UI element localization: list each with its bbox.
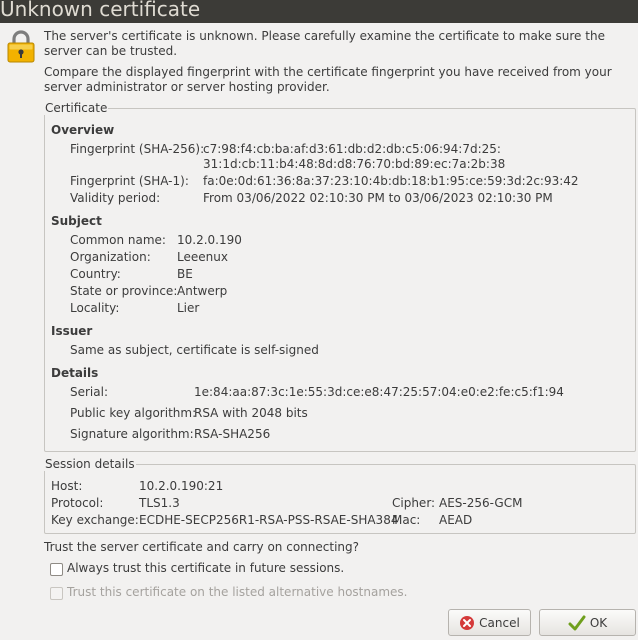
cipher-value: AES-256-GCM [439, 496, 523, 510]
country-value: BE [177, 267, 193, 281]
cancel-label: Cancel [479, 615, 520, 630]
common-name-label: Common name: [70, 233, 166, 247]
key-exchange-value: ECDHE-SECP256R1-RSA-PSS-RSAE-SHA384 [139, 513, 399, 527]
cancel-icon [460, 615, 475, 630]
validity-value: From 03/06/2022 02:10:30 PM to 03/06/202… [203, 191, 553, 205]
protocol-label: Protocol: [51, 496, 104, 510]
details-heading: Details [51, 366, 99, 380]
always-trust-checkbox[interactable] [50, 563, 63, 576]
organization-value: Leeenux [177, 250, 228, 264]
sha256-label: Fingerprint (SHA-256): [70, 142, 205, 156]
serial-label: Serial: [70, 385, 108, 399]
ok-button[interactable]: OK [539, 609, 636, 636]
host-value: 10.2.0.190:21 [139, 479, 224, 493]
validity-label: Validity period: [70, 191, 161, 205]
state-value: Antwerp [177, 284, 228, 298]
window-titlebar: Unknown certificate [0, 0, 638, 23]
organization-label: Organization: [70, 250, 151, 264]
always-trust-label[interactable]: Always trust this certificate in future … [67, 561, 344, 576]
locality-label: Locality: [70, 301, 120, 315]
trust-question: Trust the server certificate and carry o… [44, 540, 359, 554]
sha1-label: Fingerprint (SHA-1): [70, 174, 189, 188]
checkmark-icon [568, 615, 586, 630]
window-title: Unknown certificate [0, 0, 201, 21]
mac-label: Mac: [392, 513, 421, 527]
subject-heading: Subject [51, 214, 102, 228]
issuer-heading: Issuer [51, 324, 93, 338]
alt-hostnames-checkbox [50, 587, 63, 600]
sigalg-label: Signature algorithm: [70, 427, 194, 441]
issuer-value: Same as subject, certificate is self-sig… [70, 343, 319, 357]
state-label: State or province: [70, 284, 178, 298]
locality-value: Lier [177, 301, 200, 315]
sigalg-value: RSA-SHA256 [194, 427, 271, 441]
certificate-group-label: Certificate [44, 101, 109, 115]
session-group-label: Session details [44, 457, 136, 471]
country-label: Country: [70, 267, 121, 281]
alt-hostnames-label: Trust this certificate on the listed alt… [67, 585, 408, 599]
common-name-value: 10.2.0.190 [177, 233, 242, 247]
host-label: Host: [51, 479, 83, 493]
overview-heading: Overview [51, 123, 115, 137]
pubkey-label: Public key algorithm: [70, 406, 197, 420]
pubkey-value: RSA with 2048 bits [194, 406, 308, 420]
key-exchange-label: Key exchange: [51, 513, 139, 527]
mac-value: AEAD [439, 513, 473, 527]
cipher-label: Cipher: [392, 496, 436, 510]
cancel-button[interactable]: Cancel [448, 609, 531, 636]
ok-label: OK [589, 615, 608, 630]
protocol-value: TLS1.3 [139, 496, 180, 510]
intro-text: The server's certificate is unknown. Ple… [44, 29, 605, 58]
sha256-value-line1: c7:98:f4:cb:ba:af:d3:61:db:d2:db:c5:06:9… [203, 142, 501, 156]
serial-value: 1e:84:aa:87:3c:1e:55:3d:ce:e8:47:25:57:0… [194, 385, 564, 399]
compare-instructions: Compare the displayed fingerprint with t… [44, 65, 612, 94]
sha1-value: fa:0e:0d:61:36:8a:37:23:10:4b:db:18:b1:9… [203, 174, 579, 188]
lock-icon [7, 30, 35, 63]
sha256-value-line2: 31:1d:cb:11:b4:48:8d:d8:76:70:bd:89:ec:7… [203, 157, 506, 171]
